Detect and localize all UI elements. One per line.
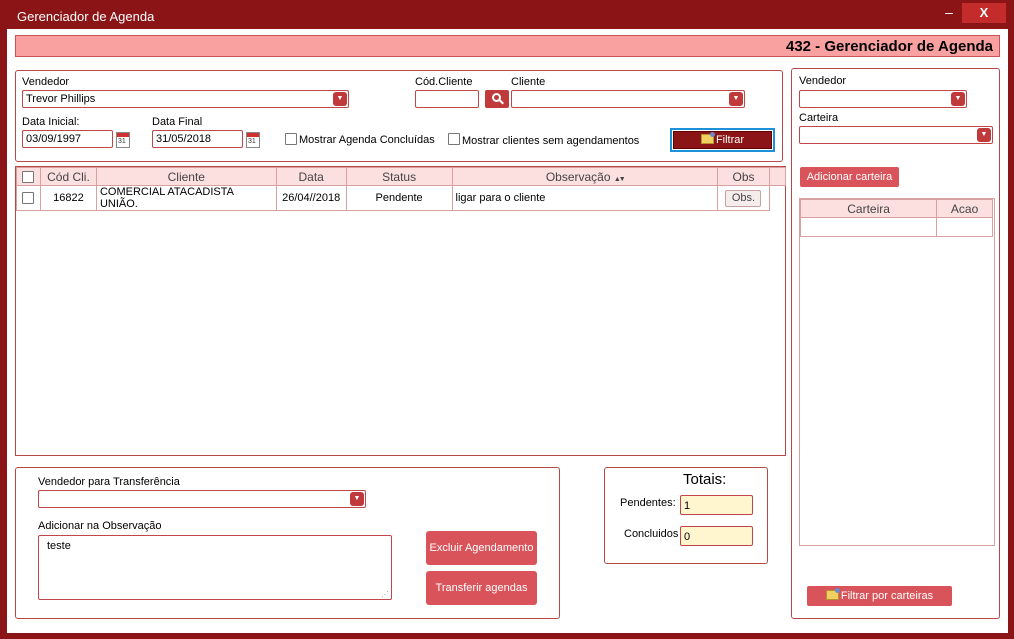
totais-panel: Totais: Pendentes: 1 Concluidos 0: [604, 467, 768, 564]
vendedor-label: Vendedor: [22, 76, 70, 88]
select-all-header[interactable]: [16, 167, 41, 186]
filtrar-button-label: Filtrar: [715, 134, 745, 146]
concluidos-label: Concluidos: [624, 528, 679, 540]
agenda-table: Cód Cli. Cliente Data Status Observação …: [16, 167, 787, 211]
row-checkbox[interactable]: [22, 191, 35, 204]
data-inicial-input[interactable]: 03/09/1997: [22, 130, 113, 148]
cod-cliente-input[interactable]: [415, 90, 479, 108]
col-cod-cli[interactable]: Cód Cli.: [39, 167, 97, 186]
carteira-select[interactable]: ▼: [799, 126, 993, 144]
col-acao[interactable]: Acao: [936, 199, 993, 218]
row-cod: 16822: [39, 185, 97, 211]
carteira-label: Carteira: [799, 112, 839, 124]
filter-panel: Vendedor Trevor Phillips ▼ Cód.Cliente C…: [15, 70, 783, 162]
col-observacao-label: Observação: [545, 169, 611, 184]
filtrar-carteiras-label: Filtrar por carteiras: [840, 590, 934, 602]
table-row: [799, 217, 993, 237]
row-data: 26/04//2018: [275, 185, 347, 211]
col-observacao[interactable]: Observação ▲▼: [451, 167, 719, 186]
calendar-icon[interactable]: 31: [246, 132, 260, 148]
folder-icon: [825, 588, 840, 600]
dropdown-arrow-icon: ▼: [333, 92, 347, 106]
data-inicial-label: Data Inicial:: [22, 116, 80, 128]
carteira-panel: Vendedor ▼ Carteira ▼ Adicionar carteira…: [791, 68, 1000, 619]
agenda-grid-panel: Cód Cli. Cliente Data Status Observação …: [15, 166, 787, 456]
mostrar-concluidas-checkbox[interactable]: [285, 133, 297, 145]
vendedor-select[interactable]: Trevor Phillips ▼: [22, 90, 349, 108]
row-obs-cell: Obs.: [717, 185, 770, 211]
carteira-table: Carteira Acao: [799, 199, 993, 237]
mostrar-sem-agendamentos-checkbox[interactable]: [448, 133, 460, 145]
observacao-textarea[interactable]: teste ⋰: [38, 535, 392, 600]
col-status[interactable]: Status: [345, 167, 453, 186]
dropdown-arrow-icon: ▼: [729, 92, 743, 106]
observacao-textarea-value: teste: [47, 540, 71, 552]
cod-cliente-label: Cód.Cliente: [415, 76, 473, 88]
col-obs[interactable]: Obs: [717, 167, 770, 186]
row-spacer: [768, 185, 786, 211]
title-bar: Gerenciador de Agenda – X: [0, 0, 1014, 30]
totais-title: Totais:: [683, 471, 727, 488]
minimize-icon[interactable]: –: [940, 4, 958, 22]
app-window: Gerenciador de Agenda – X 432 - Gerencia…: [0, 0, 1014, 639]
resize-grip-icon[interactable]: ⋰: [381, 590, 389, 599]
data-final-input[interactable]: 31/05/2018: [152, 130, 243, 148]
carteira-header-row: Carteira Acao: [799, 199, 993, 218]
adicionar-observacao-label: Adicionar na Observação: [38, 520, 162, 532]
dropdown-arrow-icon: ▼: [350, 492, 364, 506]
page-header: 432 - Gerenciador de Agenda: [15, 35, 1000, 57]
col-data[interactable]: Data: [275, 167, 347, 186]
data-final-label: Data Final: [152, 116, 203, 128]
select-all-checkbox[interactable]: [22, 171, 35, 183]
row-observacao: ligar para o cliente: [451, 185, 719, 211]
col-carteira[interactable]: Carteira: [799, 199, 938, 218]
transfer-panel: Vendedor para Transferência ▼ Adicionar …: [15, 467, 560, 619]
search-icon[interactable]: [485, 90, 509, 108]
excluir-agendamento-button[interactable]: Excluir Agendamento: [426, 531, 537, 565]
page-title: 432 - Gerenciador de Agenda: [785, 38, 993, 55]
vendedor-transferencia-select[interactable]: ▼: [38, 490, 366, 508]
dropdown-arrow-icon: ▼: [951, 92, 965, 106]
transferir-agendas-button[interactable]: Transferir agendas: [426, 571, 537, 605]
filtrar-carteiras-button[interactable]: Filtrar por carteiras: [807, 586, 952, 606]
row-cliente: COMERCIAL ATACADISTA UNIÃO.: [95, 185, 277, 211]
mostrar-sem-agendamentos-label: Mostrar clientes sem agendamentos: [462, 135, 640, 147]
filtrar-button-focus: Filtrar: [670, 128, 775, 152]
sort-icon[interactable]: ▲▼: [614, 176, 626, 183]
pendentes-label: Pendentes:: [620, 497, 676, 509]
cliente-select[interactable]: ▼: [511, 90, 745, 108]
window-title: Gerenciador de Agenda: [17, 9, 155, 24]
concluidos-value: 0: [680, 526, 753, 546]
carteira-empty-cell: [799, 217, 938, 237]
row-status: Pendente: [345, 185, 453, 211]
obs-button[interactable]: Obs.: [725, 189, 762, 207]
dropdown-arrow-icon: ▼: [977, 128, 991, 142]
filtrar-button[interactable]: Filtrar: [673, 131, 772, 149]
main-content: 432 - Gerenciador de Agenda Vendedor Tre…: [7, 29, 1008, 633]
right-vendedor-select[interactable]: ▼: [799, 90, 967, 108]
close-icon[interactable]: X: [962, 3, 1006, 23]
adicionar-carteira-button[interactable]: Adicionar carteira: [800, 167, 899, 187]
col-spacer: [768, 167, 787, 186]
folder-icon: [700, 132, 715, 144]
pendentes-value: 1: [680, 495, 753, 515]
acao-empty-cell: [936, 217, 993, 237]
table-row[interactable]: 16822 COMERCIAL ATACADISTA UNIÃO. 26/04/…: [16, 185, 786, 211]
carteira-table-box: Carteira Acao: [799, 198, 995, 546]
mostrar-concluidas-label: Mostrar Agenda Concluídas: [299, 134, 435, 146]
calendar-icon[interactable]: 31: [116, 132, 130, 148]
vendedor-select-value: Trevor Phillips: [26, 93, 96, 105]
right-vendedor-label: Vendedor: [799, 75, 847, 87]
vendedor-transferencia-label: Vendedor para Transferência: [38, 476, 180, 488]
row-checkbox-cell[interactable]: [16, 185, 41, 211]
cliente-label: Cliente: [511, 76, 546, 88]
table-header-row: Cód Cli. Cliente Data Status Observação …: [16, 167, 787, 186]
col-cliente[interactable]: Cliente: [95, 167, 277, 186]
